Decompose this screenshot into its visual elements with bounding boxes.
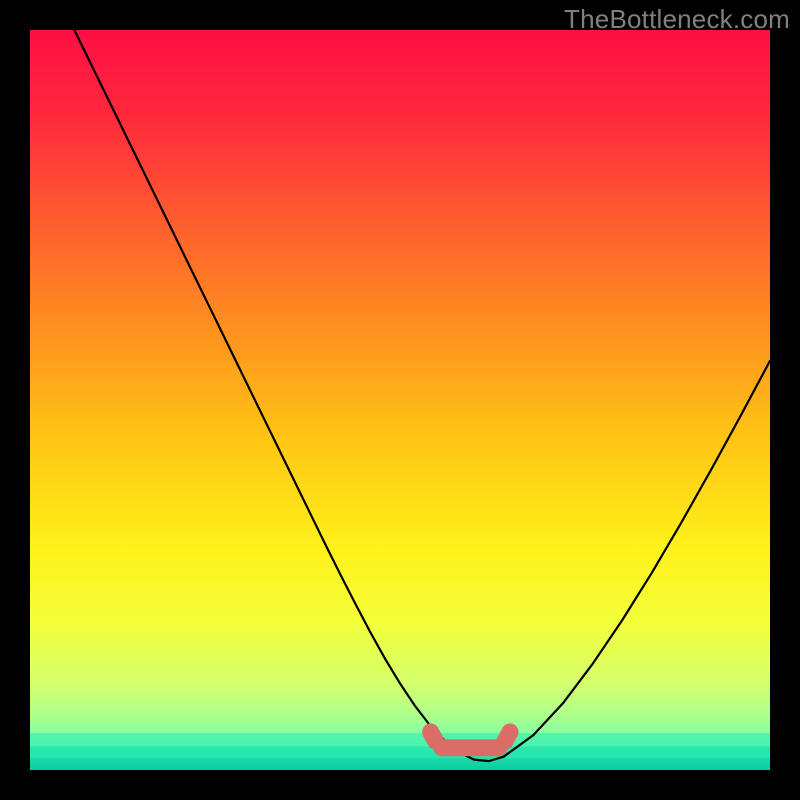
bottom-band-1 [30, 746, 770, 758]
plot-area [30, 30, 770, 770]
valley-marker-bar [433, 739, 507, 756]
bottom-band-2 [30, 733, 770, 746]
watermark-text: TheBottleneck.com [564, 4, 790, 35]
chart-frame: TheBottleneck.com [0, 0, 800, 800]
chart-svg [30, 30, 770, 770]
gradient-background [30, 30, 770, 770]
bottom-band-0 [30, 758, 770, 770]
